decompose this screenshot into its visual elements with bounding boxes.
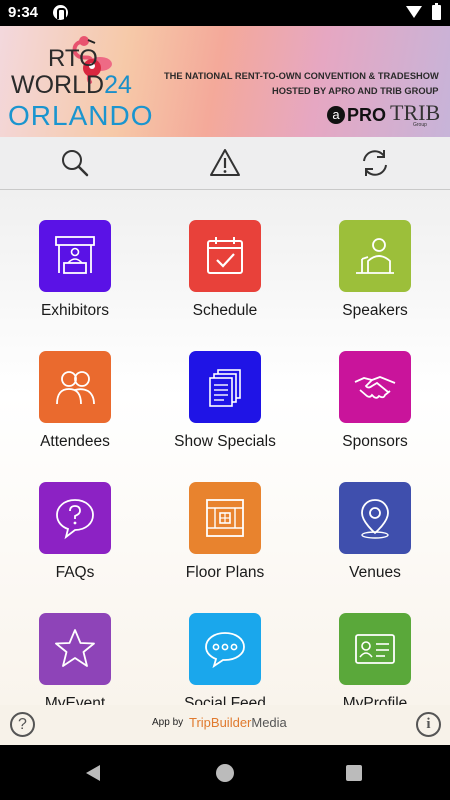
notification-app-icon bbox=[53, 5, 68, 20]
recents-icon[interactable] bbox=[346, 765, 362, 781]
id-card-icon bbox=[355, 634, 395, 664]
people-icon bbox=[56, 371, 95, 405]
toolbar bbox=[0, 137, 450, 190]
chat-bubble-icon bbox=[205, 632, 245, 669]
tile-faqs-background bbox=[39, 482, 111, 554]
tile-label: Social Feed bbox=[184, 695, 266, 705]
app-credit-prefix: App by bbox=[152, 717, 184, 728]
tile-social-feed-background bbox=[189, 613, 261, 685]
tile-show-specials[interactable]: Show Specials bbox=[150, 321, 300, 452]
tile-social-feed[interactable]: Social Feed bbox=[150, 583, 300, 705]
apro-logo: PRO bbox=[347, 105, 387, 125]
tile-myprofile[interactable]: MyProfile bbox=[300, 583, 450, 705]
tile-label: Speakers bbox=[342, 302, 408, 319]
tile-sponsors-background bbox=[339, 351, 411, 423]
tile-myprofile-background bbox=[339, 613, 411, 685]
search-button[interactable] bbox=[57, 145, 93, 181]
tripbuilder-logo-suffix: Media bbox=[251, 715, 287, 730]
footer: ? App by TripBuilderMedia i bbox=[0, 705, 450, 745]
logo-world: WORLD24 bbox=[11, 71, 132, 100]
tile-label: Floor Plans bbox=[185, 564, 265, 581]
apro-logo-mark: a bbox=[327, 106, 345, 124]
alert-icon bbox=[210, 149, 240, 176]
help-button[interactable]: ? bbox=[10, 712, 35, 737]
tile-attendees-background bbox=[39, 351, 111, 423]
tile-label: Venues bbox=[349, 564, 401, 581]
logo-world-text: WORLD bbox=[11, 71, 105, 99]
banner-tagline: THE NATIONAL RENT-TO-OWN CONVENTION & TR… bbox=[164, 71, 439, 81]
documents-icon bbox=[209, 369, 241, 407]
tile-label: Sponsors bbox=[342, 433, 408, 450]
tripbuilder-logo-text: TripBuilder bbox=[189, 715, 252, 730]
tile-label: Show Specials bbox=[174, 433, 276, 450]
tile-venues[interactable]: Venues bbox=[300, 452, 450, 583]
tile-label: Attendees bbox=[40, 433, 110, 450]
search-icon bbox=[62, 150, 89, 177]
tile-speakers[interactable]: Speakers bbox=[300, 190, 450, 321]
logo-year: 24 bbox=[104, 71, 132, 99]
tile-label: FAQs bbox=[55, 564, 95, 581]
status-bar: 9:34 bbox=[0, 0, 450, 26]
booth-icon bbox=[55, 236, 95, 274]
tile-myevent[interactable]: MyEvent bbox=[0, 583, 150, 705]
home-icon[interactable] bbox=[216, 764, 234, 782]
system-nav-bar bbox=[0, 745, 450, 800]
refresh-button[interactable] bbox=[357, 145, 393, 181]
tile-floor-plans-background bbox=[189, 482, 261, 554]
tile-label: MyProfile bbox=[342, 695, 408, 705]
podium-speaker-icon bbox=[356, 238, 394, 274]
status-time: 9:34 bbox=[8, 4, 39, 21]
tile-label: Exhibitors bbox=[40, 302, 110, 319]
alerts-button[interactable] bbox=[207, 145, 243, 181]
banner-hosted-by: HOSTED BY APRO AND TRIB GROUP bbox=[272, 86, 439, 96]
tile-label: Schedule bbox=[192, 302, 258, 319]
battery-icon bbox=[432, 3, 441, 20]
tile-show-specials-background bbox=[189, 351, 261, 423]
tile-schedule-background bbox=[189, 220, 261, 292]
tile-label: MyEvent bbox=[44, 695, 106, 705]
tile-schedule[interactable]: Schedule bbox=[150, 190, 300, 321]
tile-myevent-background bbox=[39, 613, 111, 685]
calendar-icon bbox=[207, 237, 243, 274]
event-banner: RTO WORLD24 ORLANDO THE NATIONAL RENT-TO… bbox=[0, 26, 450, 137]
star-icon bbox=[55, 629, 95, 667]
floor-plan-icon bbox=[206, 499, 244, 537]
logo-city: ORLANDO bbox=[8, 100, 154, 131]
tile-sponsors[interactable]: Sponsors bbox=[300, 321, 450, 452]
wifi-icon bbox=[406, 6, 422, 18]
tile-faqs[interactable]: FAQs bbox=[0, 452, 150, 583]
tile-speakers-background bbox=[339, 220, 411, 292]
question-bubble-icon bbox=[56, 499, 94, 540]
tile-floor-plans[interactable]: Floor Plans bbox=[150, 452, 300, 583]
handshake-icon bbox=[354, 376, 396, 399]
map-pin-icon bbox=[361, 499, 389, 539]
refresh-icon bbox=[363, 150, 387, 176]
tile-exhibitors-background bbox=[39, 220, 111, 292]
tile-exhibitors[interactable]: Exhibitors bbox=[0, 190, 150, 321]
tripbuilder-logo: TripBuilderMedia bbox=[189, 715, 287, 730]
trib-logo-sub: Group bbox=[413, 122, 427, 128]
logo-rto: RTO bbox=[48, 45, 98, 72]
tile-venues-background bbox=[339, 482, 411, 554]
back-icon[interactable] bbox=[86, 765, 100, 781]
info-button[interactable]: i bbox=[416, 712, 441, 737]
tile-attendees[interactable]: Attendees bbox=[0, 321, 150, 452]
menu-grid: Exhibitors Schedule Speakers Attendees S… bbox=[0, 190, 450, 705]
